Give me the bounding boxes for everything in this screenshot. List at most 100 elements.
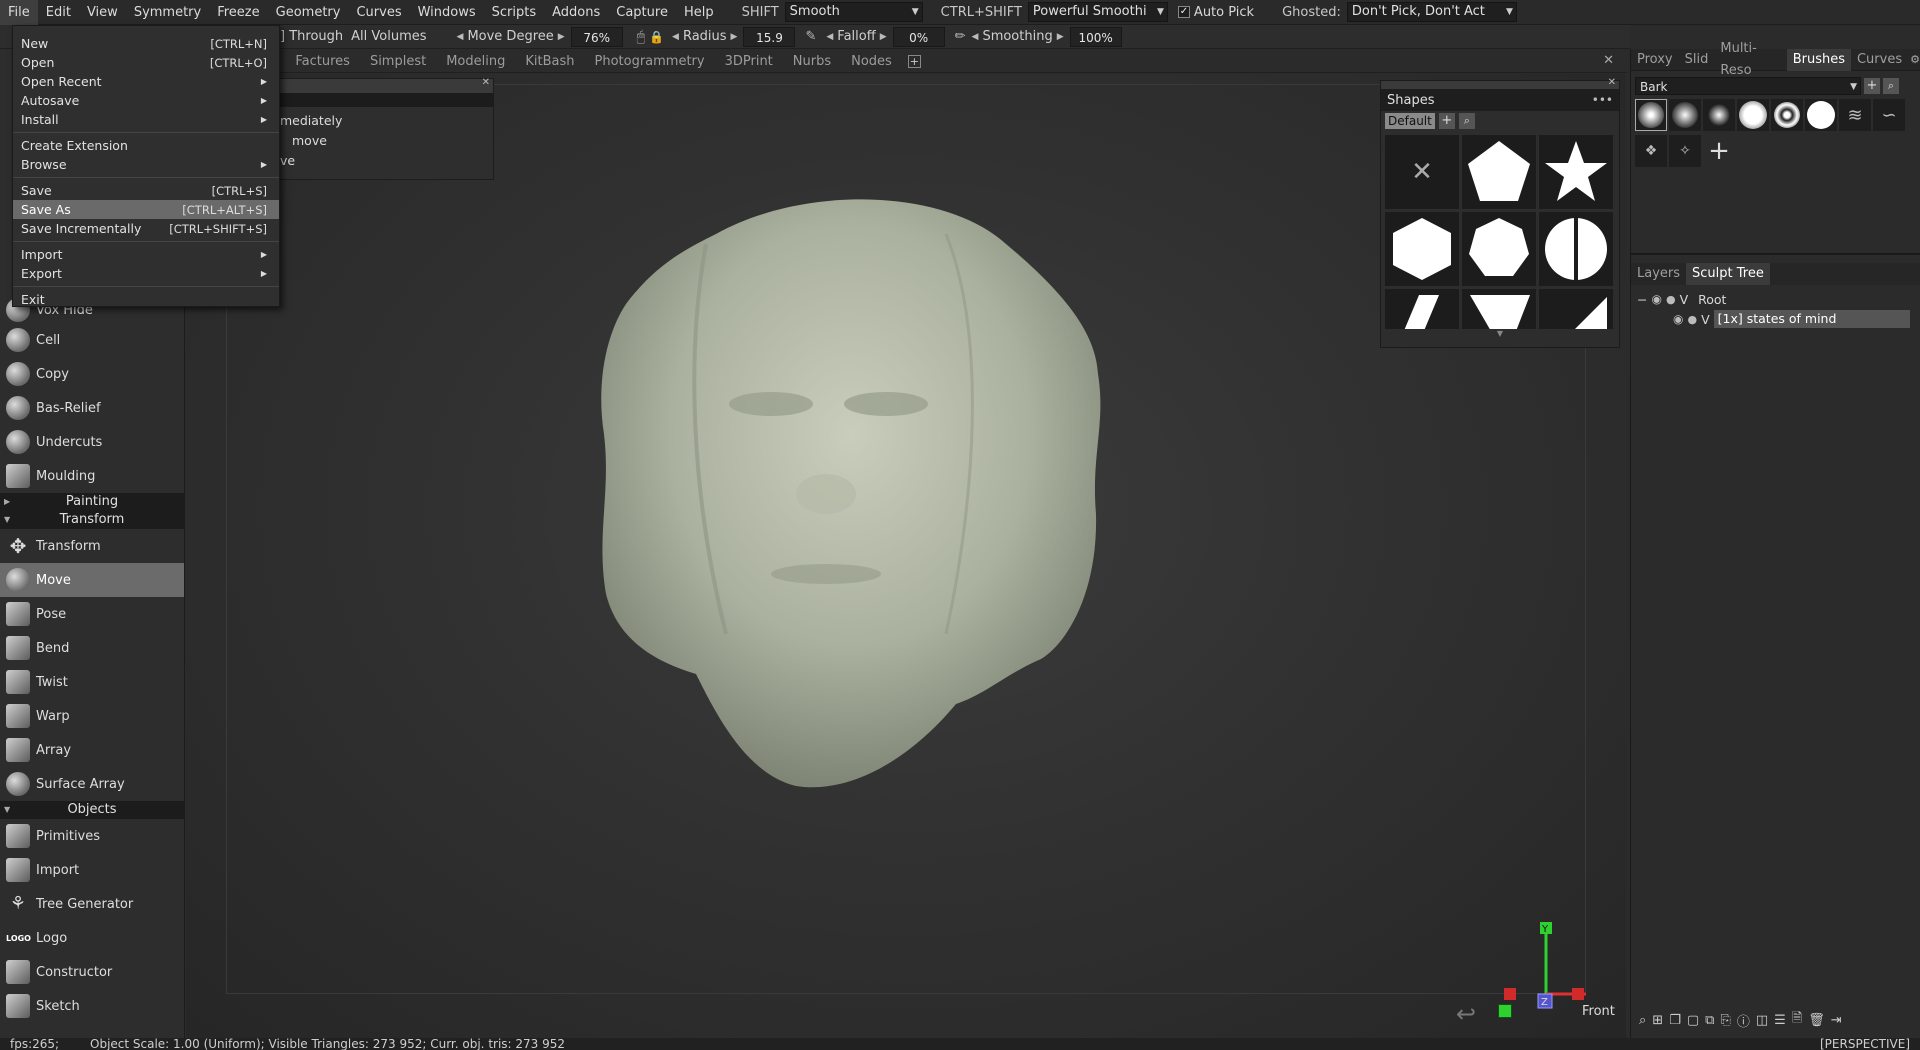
menu-item-export[interactable]: Export ▶ [13, 264, 279, 283]
chevron-down-icon[interactable]: ▼ [1381, 329, 1619, 338]
tool-warp[interactable]: Warp [0, 699, 184, 733]
shape-star[interactable] [1539, 135, 1613, 209]
falloff-field[interactable]: 0% [892, 26, 945, 47]
x-axis-handle[interactable] [1572, 988, 1584, 1000]
close-icon[interactable]: ✕ [1603, 53, 1614, 68]
menu-addons[interactable]: Addons [544, 0, 608, 25]
brush-texture-d[interactable]: ✧ [1669, 135, 1701, 167]
shape-none[interactable]: ✕ [1385, 135, 1459, 209]
search-icon[interactable]: ⌕ [1639, 1013, 1646, 1028]
option-text[interactable]: ve [280, 151, 493, 171]
shift-brush-select[interactable]: Smooth ▼ [784, 2, 923, 22]
add-icon[interactable]: + [1864, 78, 1880, 94]
tool-transform[interactable]: ✥ Transform [0, 529, 184, 563]
tab-proxy-slid[interactable]: Proxy [1631, 49, 1679, 71]
projection-mode[interactable]: [PERSPECTIVE] [1820, 1038, 1910, 1050]
brush-hard[interactable] [1805, 99, 1837, 131]
tab-photogrammetry[interactable]: Photogrammetry [584, 51, 714, 73]
ghost-icon[interactable]: ● [1666, 293, 1676, 306]
decrease-arrow-icon[interactable]: ◀ [972, 32, 979, 42]
tool-pose[interactable]: Pose [0, 597, 184, 631]
section-objects[interactable]: ▼ Objects [0, 801, 184, 819]
shape-heptagon[interactable] [1462, 212, 1536, 286]
section-transform[interactable]: ▼ Transform [0, 511, 184, 529]
menu-item-browse[interactable]: Browse ▶ [13, 155, 279, 174]
menu-view[interactable]: View [79, 0, 126, 25]
menu-help[interactable]: Help [676, 0, 722, 25]
search-icon[interactable]: ⌕ [1458, 113, 1475, 129]
shape-slash[interactable] [1385, 289, 1459, 329]
brush-hard-soft[interactable] [1737, 99, 1769, 131]
all-volumes-label[interactable]: All Volumes [347, 29, 430, 44]
tool-undercuts[interactable]: Undercuts [0, 425, 184, 459]
tree-node-root[interactable]: − ◉ ● V Root [1637, 289, 1914, 309]
menu-edit[interactable]: Edit [38, 0, 79, 25]
menu-item-save-as[interactable]: Save As [CTRL+ALT+S] [13, 200, 279, 219]
pencil-icon[interactable]: ✏ [955, 29, 966, 44]
tool-constructor[interactable]: Constructor [0, 955, 184, 989]
tab-sculpt-tree[interactable]: Sculpt Tree [1686, 263, 1770, 285]
tool-sketch[interactable]: Sketch [0, 989, 184, 1023]
lock-icon[interactable]: 🔒 [649, 30, 664, 44]
menu-item-import[interactable]: Import ▶ [13, 245, 279, 264]
menu-item-open[interactable]: Open [CTRL+O] [13, 53, 279, 72]
export-icon[interactable]: ⇥ [1831, 1013, 1842, 1028]
tool-surface-array[interactable]: Surface Array [0, 767, 184, 801]
view-cube-icon[interactable] [1498, 1004, 1512, 1018]
copy-icon[interactable]: ⎘ [1720, 1013, 1730, 1028]
menu-scripts[interactable]: Scripts [484, 0, 544, 25]
collapse-icon[interactable]: − [1637, 292, 1647, 307]
add-brush-button[interactable]: + [1703, 135, 1735, 167]
section-painting[interactable]: ▶ Painting [0, 493, 184, 511]
through-label[interactable]: ] Through [276, 29, 347, 44]
menu-item-new[interactable]: New [CTRL+N] [13, 34, 279, 53]
tab-kitbash[interactable]: KitBash [515, 51, 584, 73]
tool-logo[interactable]: LOGO Logo [0, 921, 184, 955]
brush-texture-b[interactable]: ∽ [1873, 99, 1905, 131]
tab-brushes[interactable]: Brushes [1786, 48, 1851, 71]
move-degree-field[interactable]: 76% [570, 26, 623, 47]
tool-bend[interactable]: Bend [0, 631, 184, 665]
menu-windows[interactable]: Windows [410, 0, 484, 25]
pen-pressure-icon[interactable]: ✎ [805, 29, 816, 44]
tool-twist[interactable]: Twist [0, 665, 184, 699]
undo-arrow-icon[interactable]: ↩ [1456, 1000, 1476, 1028]
tool-moulding[interactable]: Moulding [0, 459, 184, 493]
search-icon[interactable]: ⌕ [1883, 78, 1899, 94]
shape-triangle[interactable] [1539, 289, 1613, 329]
instance-icon[interactable]: ▢ [1687, 1013, 1699, 1028]
brush-texture-a[interactable]: ≋ [1839, 99, 1871, 131]
tab-layers[interactable]: Layers [1631, 263, 1686, 285]
tab-nodes[interactable]: Nodes [841, 51, 902, 73]
tab-nurbs[interactable]: Nurbs [783, 51, 841, 73]
option-text[interactable]: mediately [280, 111, 493, 131]
tool-primitives[interactable]: Primitives [0, 819, 184, 853]
ghost-icon[interactable]: ● [1687, 313, 1697, 326]
tool-copy[interactable]: Copy [0, 357, 184, 391]
trash-icon[interactable]: 🗑 [1808, 1013, 1825, 1028]
menu-item-save-incrementally[interactable]: Save Incrementally [CTRL+SHIFT+S] [13, 219, 279, 238]
list-icon[interactable]: ☰ [1774, 1013, 1786, 1028]
menu-symmetry[interactable]: Symmetry [126, 0, 209, 25]
ctrl-shift-brush-select[interactable]: Powerful Smoothi ▼ [1027, 2, 1168, 22]
shape-split-circle[interactable] [1539, 212, 1613, 286]
menu-freeze[interactable]: Freeze [209, 0, 267, 25]
brush-preset-select[interactable]: Bark ▼ [1635, 77, 1861, 95]
eye-icon[interactable]: ◉ [1673, 312, 1683, 326]
add-tab-icon[interactable]: + [907, 55, 921, 68]
ghosted-select[interactable]: Don't Pick, Don't Act ▼ [1346, 2, 1517, 22]
add-icon[interactable]: + [1438, 113, 1455, 129]
close-icon[interactable]: ✕ [482, 77, 490, 88]
shape-pentagon[interactable] [1462, 135, 1536, 209]
mouse-icon[interactable]: 🖱 [637, 29, 645, 45]
brush-soft[interactable] [1669, 99, 1701, 131]
clone-icon[interactable]: ◫ [1756, 1013, 1768, 1028]
add-volume-icon[interactable]: ⊞ [1652, 1013, 1663, 1028]
radius-field[interactable]: 15.9 [743, 26, 796, 47]
menu-item-exit[interactable]: Exit [13, 290, 279, 309]
increase-arrow-icon[interactable]: ▶ [558, 32, 565, 42]
menu-item-create-extension[interactable]: Create Extension [13, 136, 279, 155]
shape-hexagon[interactable] [1385, 212, 1459, 286]
tab-simplest[interactable]: Simplest [360, 51, 436, 73]
tab-factures[interactable]: Factures [285, 51, 360, 73]
